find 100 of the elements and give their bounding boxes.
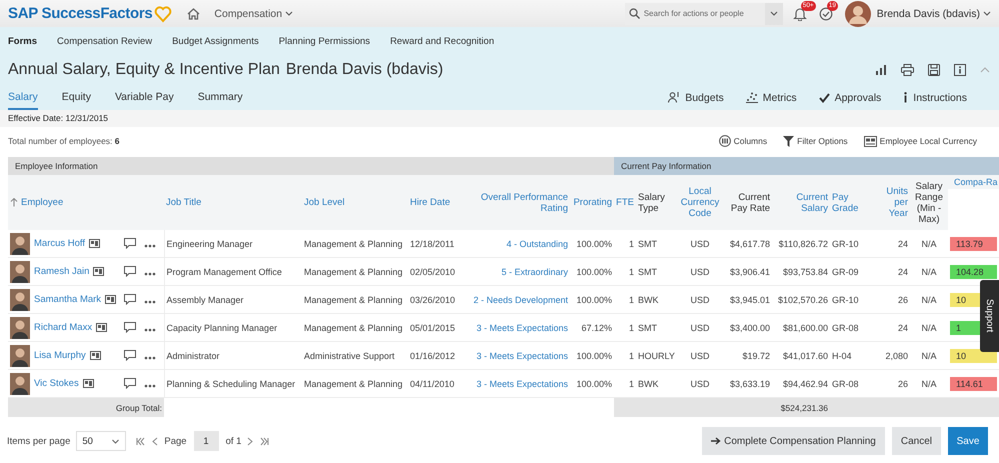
- column-header[interactable]: Overall Performance Rating: [462, 175, 570, 230]
- rating-link[interactable]: 2 - Needs Development: [462, 286, 570, 314]
- save-button[interactable]: Save: [948, 427, 988, 455]
- table-cell: GR-09: [830, 258, 873, 286]
- group-total-value: $524,231.36: [772, 398, 830, 417]
- action-button[interactable]: Budgets: [668, 85, 724, 110]
- module-menu[interactable]: Compensation: [214, 8, 294, 20]
- comment-icon[interactable]: [124, 350, 136, 361]
- complete-button[interactable]: Complete Compensation Planning: [702, 427, 885, 455]
- employee-count: Total number of employees: 6: [8, 136, 121, 146]
- card-icon[interactable]: [93, 267, 104, 276]
- table-cell: $3,906.41: [722, 258, 772, 286]
- toolbar-button[interactable]: Employee Local Currency: [864, 136, 977, 146]
- comment-icon[interactable]: [124, 322, 136, 333]
- avatar: [10, 232, 30, 254]
- employee-link[interactable]: Marcus Hoff: [34, 238, 86, 249]
- more-icon[interactable]: [144, 328, 156, 332]
- avatar[interactable]: [844, 0, 871, 26]
- column-header[interactable]: Prorating: [570, 175, 614, 230]
- save-icon[interactable]: [928, 64, 940, 76]
- card-icon[interactable]: [105, 295, 116, 304]
- table-cell: Management & Planning: [302, 314, 408, 342]
- sort-arrow-icon: [10, 198, 18, 207]
- nav-tab[interactable]: Compensation Review: [57, 36, 152, 46]
- info-icon[interactable]: [954, 64, 966, 76]
- last-page-icon[interactable]: [259, 436, 270, 446]
- comment-icon[interactable]: [124, 294, 136, 305]
- table-cell: Management & Planning: [302, 230, 408, 258]
- column-header[interactable]: Job Level: [302, 175, 408, 230]
- action-button[interactable]: Metrics: [746, 85, 797, 110]
- action-button[interactable]: Instructions: [903, 85, 967, 110]
- column-header[interactable]: Compa-Ra: [948, 175, 999, 189]
- table-cell: 1: [614, 370, 636, 398]
- employee-link[interactable]: Samantha Mark: [34, 294, 102, 305]
- tab[interactable]: Summary: [198, 85, 243, 110]
- card-icon[interactable]: [90, 351, 101, 360]
- column-header[interactable]: Hire Date: [408, 175, 462, 230]
- column-header[interactable]: Employee: [21, 197, 64, 208]
- comment-icon[interactable]: [124, 378, 136, 389]
- column-header[interactable]: Job Title: [164, 175, 302, 230]
- search-dropdown-button[interactable]: [764, 2, 783, 24]
- tab[interactable]: Equity: [62, 85, 91, 110]
- nav-tab[interactable]: Planning Permissions: [278, 36, 370, 46]
- employee-link[interactable]: Richard Maxx: [34, 322, 92, 333]
- page-count: of 1: [226, 436, 242, 446]
- column-header[interactable]: Local Currency Code: [678, 175, 722, 230]
- rating-link[interactable]: 4 - Outstanding: [462, 230, 570, 258]
- print-icon[interactable]: [901, 64, 914, 76]
- more-icon[interactable]: [144, 300, 156, 304]
- user-menu[interactable]: Brenda Davis (bdavis): [876, 8, 991, 20]
- nav-tab[interactable]: Budget Assignments: [172, 36, 259, 46]
- more-icon[interactable]: [144, 356, 156, 360]
- tab[interactable]: Variable Pay: [114, 85, 174, 110]
- toolbar-button[interactable]: Columns: [718, 135, 768, 147]
- card-icon[interactable]: [82, 379, 94, 388]
- bell-icon[interactable]: [792, 6, 807, 20]
- form-title: Annual Salary, Equity & Incentive Plan: [8, 61, 280, 79]
- next-page-icon[interactable]: [245, 436, 256, 446]
- page-input[interactable]: 1: [194, 431, 219, 451]
- table-cell: 100.00%: [570, 258, 614, 286]
- items-per-page-select[interactable]: 50: [76, 431, 126, 451]
- nav-tab[interactable]: Forms: [8, 36, 38, 46]
- more-icon[interactable]: [144, 272, 156, 276]
- rating-link[interactable]: 5 - Extraordinary: [462, 258, 570, 286]
- table-cell: USD: [678, 258, 722, 286]
- rating-link[interactable]: 3 - Meets Expectations: [462, 314, 570, 342]
- action-button[interactable]: Approvals: [818, 85, 882, 110]
- brand-logo[interactable]: SAP SuccessFactors: [8, 5, 152, 22]
- rating-link[interactable]: 3 - Meets Expectations: [462, 370, 570, 398]
- employee-link[interactable]: Lisa Murphy: [34, 350, 86, 361]
- table-cell: N/A: [910, 230, 948, 258]
- home-icon[interactable]: [187, 8, 200, 20]
- table-cell: 02/05/2010: [408, 258, 462, 286]
- toolbar-button[interactable]: Filter Options: [783, 136, 848, 146]
- bar-chart-icon[interactable]: [875, 64, 887, 76]
- card-icon[interactable]: [89, 239, 100, 248]
- check-circle-icon[interactable]: [818, 6, 833, 20]
- table-cell: 03/26/2010: [408, 286, 462, 314]
- more-icon[interactable]: [144, 244, 156, 248]
- column-header[interactable]: FTE: [614, 175, 636, 230]
- table-cell: H-04: [830, 342, 873, 370]
- cancel-button[interactable]: Cancel: [892, 427, 941, 455]
- table-cell: N/A: [910, 314, 948, 342]
- more-icon[interactable]: [144, 384, 156, 388]
- page-label: Page: [164, 436, 187, 446]
- column-group-header: Current Pay Information: [614, 157, 999, 175]
- caret-icon: [111, 438, 120, 444]
- employee-link[interactable]: Vic Stokes: [34, 378, 79, 389]
- column-header[interactable]: Pay Grade: [830, 175, 873, 230]
- column-header[interactable]: Units per Year: [873, 175, 910, 230]
- scatter-icon: [746, 92, 758, 103]
- rating-link[interactable]: 3 - Meets Expectations: [462, 342, 570, 370]
- nav-tab[interactable]: Reward and Recognition: [390, 36, 494, 46]
- table-cell: SMT: [636, 258, 678, 286]
- comment-icon[interactable]: [124, 266, 136, 277]
- card-icon[interactable]: [96, 323, 108, 332]
- comment-icon[interactable]: [124, 238, 136, 249]
- employee-link[interactable]: Ramesh Jain: [34, 266, 90, 277]
- first-page-icon[interactable]: [136, 436, 146, 446]
- column-header[interactable]: Current Salary: [772, 175, 830, 230]
